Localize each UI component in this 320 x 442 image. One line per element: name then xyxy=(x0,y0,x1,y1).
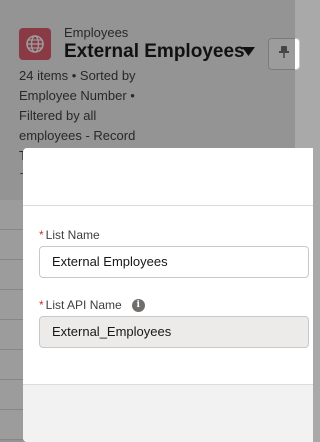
list-name-input[interactable]: External Employees xyxy=(39,246,309,278)
list-name-label-text: List Name xyxy=(45,228,100,242)
required-marker: * xyxy=(39,298,44,312)
modal-body: * List Name External Employees * List AP… xyxy=(23,206,313,348)
list-name-label: * List Name xyxy=(39,226,313,244)
modal-footer xyxy=(23,384,313,442)
api-name-label: * List API Name i xyxy=(39,296,313,314)
info-icon[interactable]: i xyxy=(131,298,145,312)
api-name-field: * List API Name i External_Employees xyxy=(39,296,313,348)
edit-list-modal: * List Name External Employees * List AP… xyxy=(23,148,313,442)
required-marker: * xyxy=(39,228,44,242)
list-name-field: * List Name External Employees xyxy=(39,226,313,278)
api-name-input[interactable]: External_Employees xyxy=(39,316,309,348)
api-name-label-text: List API Name xyxy=(45,298,122,312)
modal-header xyxy=(23,148,313,206)
